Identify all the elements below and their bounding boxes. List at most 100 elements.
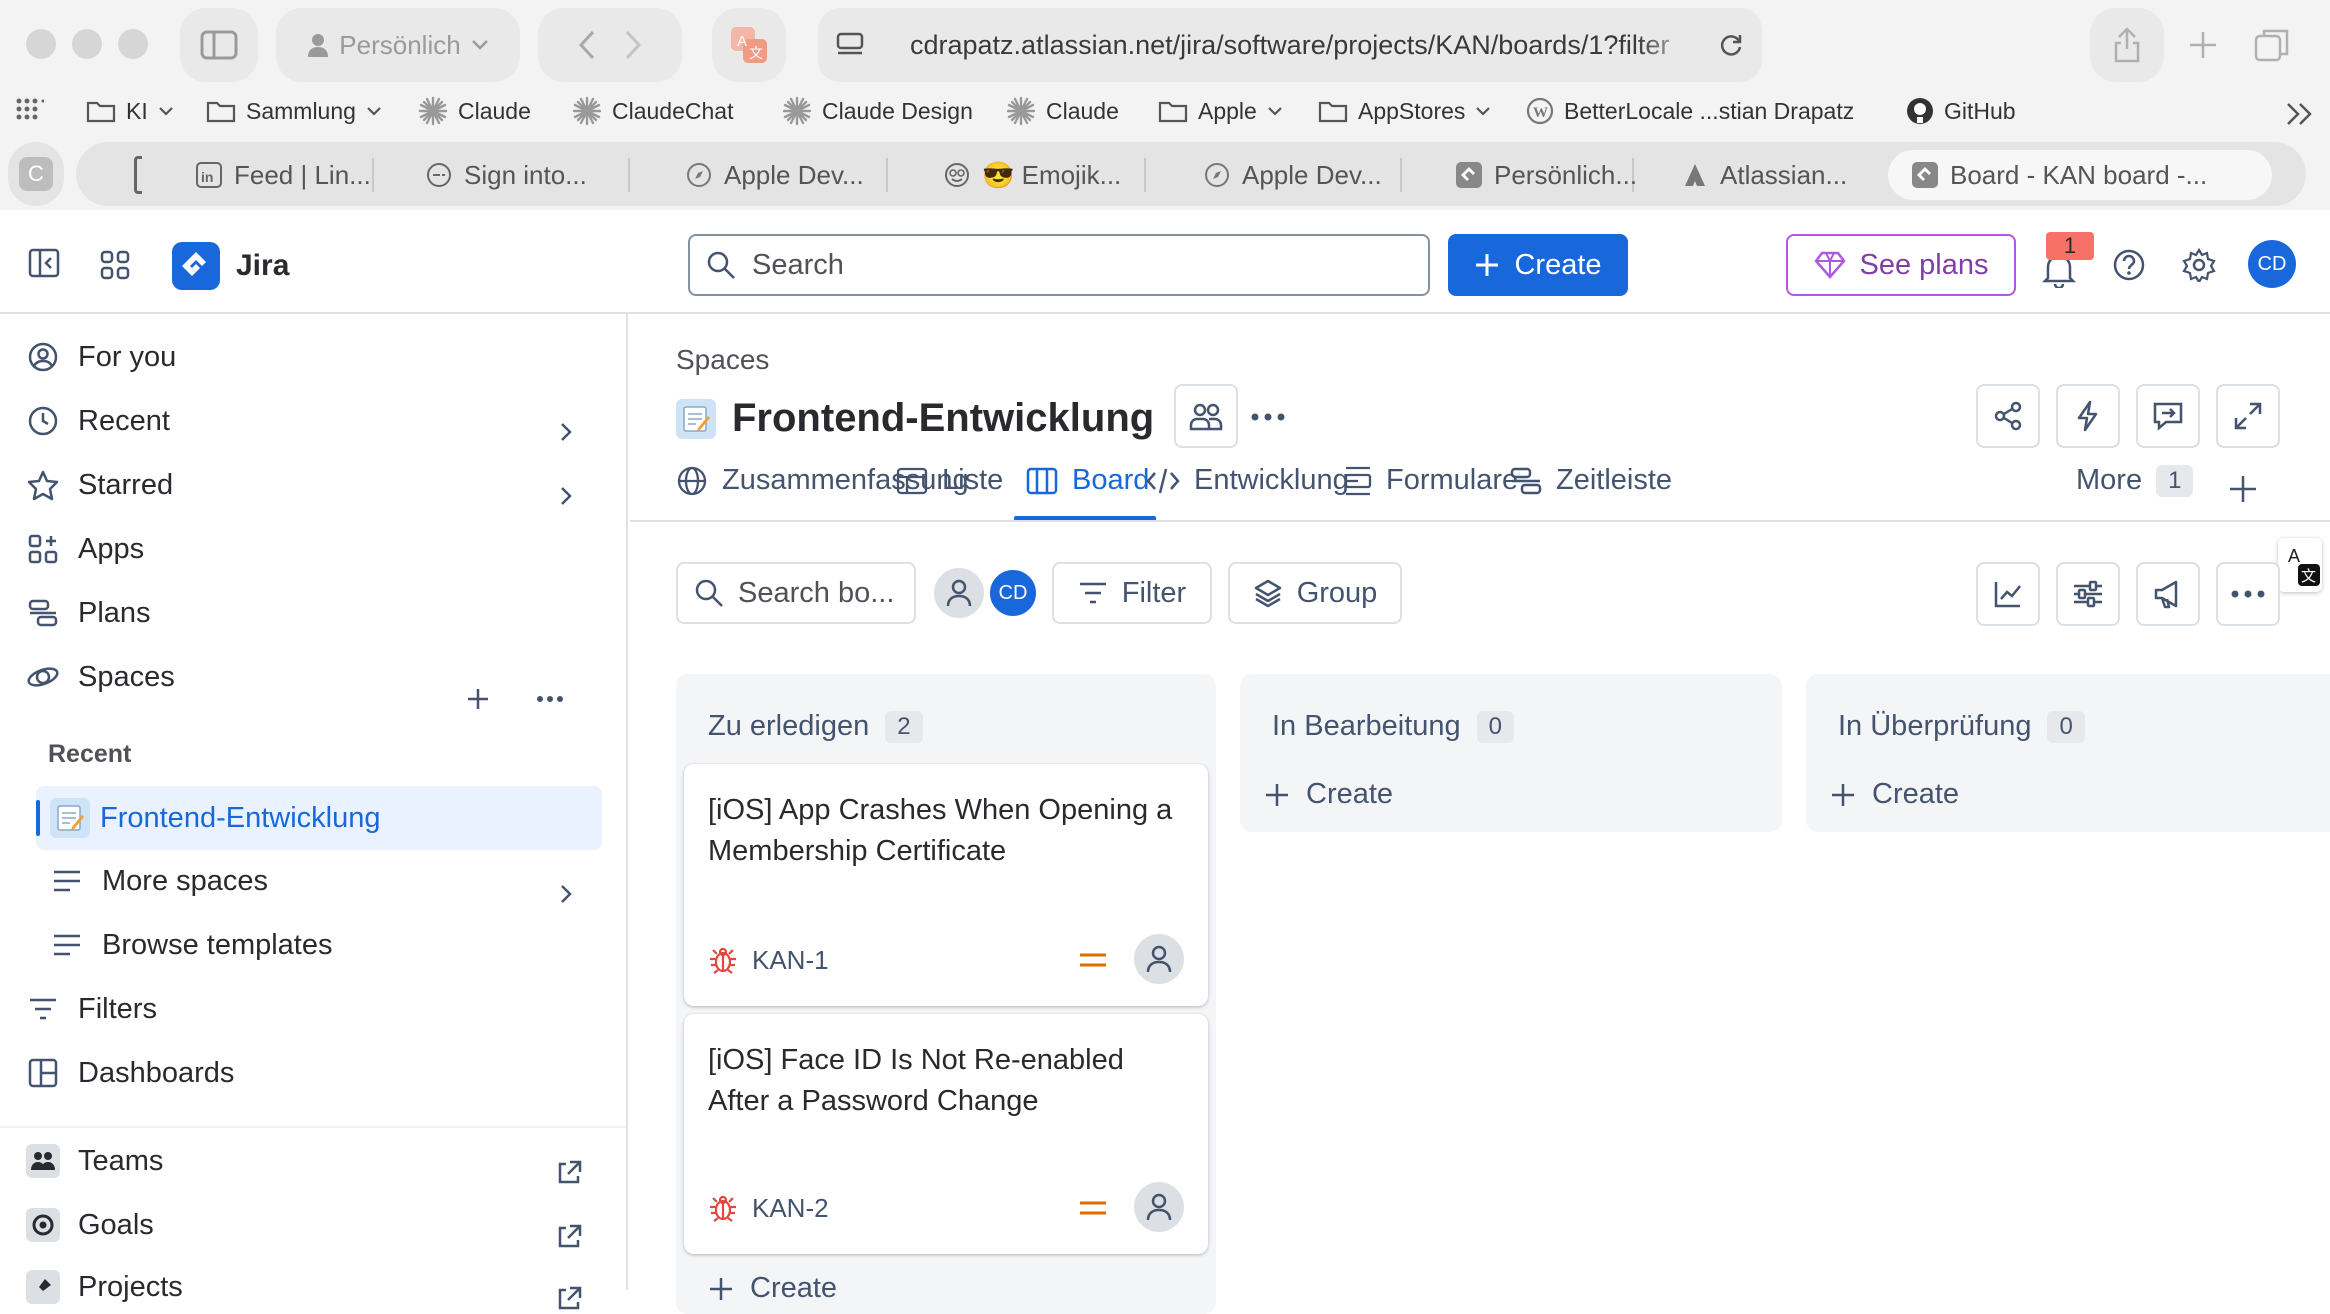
sidebar-item-teams[interactable]: Teams xyxy=(26,1144,163,1178)
profile-button[interactable]: Persönlich xyxy=(276,8,520,82)
back-icon[interactable] xyxy=(578,29,596,61)
user-avatar-filter[interactable]: CD xyxy=(988,568,1038,618)
fullscreen-button[interactable] xyxy=(2216,384,2280,448)
external-link-icon[interactable] xyxy=(556,1224,582,1250)
translate-widget[interactable]: A文 xyxy=(2278,538,2322,592)
browser-tab[interactable]: Persönlich... xyxy=(1456,150,1637,200)
insights-button[interactable] xyxy=(1976,562,2040,626)
bookmark-item[interactable]: ClaudeChat xyxy=(572,96,733,126)
sidebar-item-plans[interactable]: Plans xyxy=(26,596,151,630)
address-bar[interactable]: cdrapatz.atlassian.net/jira/software/pro… xyxy=(818,8,1762,82)
share-button[interactable] xyxy=(1976,384,2040,448)
forward-icon[interactable] xyxy=(624,29,642,61)
tab-more[interactable]: More 1 xyxy=(2076,464,2194,497)
sidebar-item-apps[interactable]: Apps xyxy=(26,532,144,566)
issue-card[interactable]: [iOS] Face ID Is Not Re-enabled After a … xyxy=(684,1014,1208,1254)
bookmark-item[interactable]: Claude xyxy=(1006,96,1119,126)
bookmark-item[interactable]: Claude Design xyxy=(782,96,973,126)
browser-tab-active[interactable]: Board - KAN board -... xyxy=(1888,150,2272,200)
issue-key[interactable]: KAN-2 xyxy=(752,1193,829,1224)
bookmark-item[interactable]: KI xyxy=(86,96,174,126)
translate-button[interactable]: A文 xyxy=(712,8,786,82)
zoom-window-button[interactable] xyxy=(118,29,148,59)
tab-zeitleiste[interactable]: Zeitleiste xyxy=(1510,464,1672,497)
more-actions-button[interactable] xyxy=(2216,562,2280,626)
automation-button[interactable] xyxy=(2056,384,2120,448)
create-issue-button[interactable]: Create xyxy=(708,1272,837,1305)
browser-tab[interactable]: Atlassian... xyxy=(1682,150,1847,200)
browser-tab[interactable]: Sign into... xyxy=(426,150,587,200)
tab-board[interactable]: Board xyxy=(1026,464,1149,497)
bookmark-item[interactable]: Apple xyxy=(1158,96,1283,126)
more-bookmarks-icon[interactable] xyxy=(2284,100,2314,128)
add-tab-icon[interactable] xyxy=(2228,474,2258,504)
filter-button[interactable]: Filter xyxy=(1052,562,1212,624)
sidebar-collapse-icon[interactable] xyxy=(28,248,60,278)
sidebar-item-browse-templates[interactable]: Browse templates xyxy=(50,928,333,962)
breadcrumb[interactable]: Spaces xyxy=(676,344,769,376)
bookmark-item[interactable]: AppStores xyxy=(1318,96,1491,126)
page-menu-icon[interactable] xyxy=(836,32,864,58)
chevron-right-icon[interactable] xyxy=(554,420,578,444)
issue-card[interactable]: [iOS] App Crashes When Opening a Members… xyxy=(684,764,1208,1006)
more-icon[interactable] xyxy=(1250,412,1286,422)
share-page-button[interactable] xyxy=(2090,8,2164,82)
jira-logo[interactable]: Jira xyxy=(172,242,289,290)
external-link-icon[interactable] xyxy=(556,1160,582,1186)
browser-tab[interactable]: Apple Dev... xyxy=(1204,150,1382,200)
help-icon[interactable] xyxy=(2112,248,2146,282)
people-button[interactable] xyxy=(1174,384,1238,448)
sidebar-item-more-spaces[interactable]: More spaces xyxy=(50,864,268,898)
browser-tab[interactable]: 😎 Emojik... xyxy=(944,150,1121,200)
announce-button[interactable] xyxy=(2136,562,2200,626)
sidebar-item-dashboards[interactable]: Dashboards xyxy=(26,1056,234,1090)
plans-icon xyxy=(26,596,60,630)
minimize-window-button[interactable] xyxy=(72,29,102,59)
reload-icon[interactable] xyxy=(1718,32,1744,58)
sidebar-item-frontend-entwicklung[interactable]: Frontend-Entwicklung xyxy=(36,786,602,850)
create-issue-button[interactable]: Create xyxy=(1264,778,1393,811)
close-window-button[interactable] xyxy=(26,29,56,59)
sidebar-item-starred[interactable]: Starred xyxy=(26,468,173,502)
sidebar-item-spaces[interactable]: Spaces xyxy=(26,660,175,694)
group-button[interactable]: Group xyxy=(1228,562,1402,624)
sidebar-item-goals[interactable]: Goals xyxy=(26,1208,154,1242)
bookmark-item[interactable]: GitHub xyxy=(1906,96,2016,126)
chevron-right-icon[interactable] xyxy=(554,882,578,906)
browser-tab[interactable]: Apple Dev... xyxy=(686,150,864,200)
bookmark-item[interactable]: Claude xyxy=(418,96,531,126)
create-issue-button[interactable]: Create xyxy=(1830,778,1959,811)
unassigned-avatar-filter[interactable] xyxy=(934,568,984,618)
sidebar-toggle-button[interactable] xyxy=(180,8,258,82)
issue-key[interactable]: KAN-1 xyxy=(752,945,829,976)
apps-grid-icon[interactable] xyxy=(16,98,44,122)
board-search-input[interactable]: Search bo... xyxy=(676,562,916,624)
chevron-right-icon[interactable] xyxy=(554,484,578,508)
sidebar-item-recent[interactable]: Recent xyxy=(26,404,170,438)
view-settings-button[interactable] xyxy=(2056,562,2120,626)
see-plans-button[interactable]: See plans xyxy=(1786,234,2016,296)
bookmark-item[interactable]: Sammlung xyxy=(206,96,382,126)
tab-entwicklung[interactable]: Entwicklung xyxy=(1146,464,1349,497)
more-icon[interactable] xyxy=(536,695,564,703)
settings-icon[interactable] xyxy=(2182,248,2216,282)
add-space-icon[interactable] xyxy=(466,687,490,711)
browser-tab[interactable]: in Feed | Lin... xyxy=(196,150,371,200)
assignee-avatar[interactable] xyxy=(1134,1182,1184,1232)
notifications-button[interactable]: 1 xyxy=(2038,232,2094,292)
tab-liste[interactable]: Liste xyxy=(896,464,1003,497)
sidebar-item-filters[interactable]: Filters xyxy=(26,992,157,1026)
search-input[interactable]: Search xyxy=(688,234,1430,296)
user-avatar[interactable]: CD xyxy=(2248,240,2296,288)
app-switcher-icon[interactable] xyxy=(100,250,130,280)
tab-overview-icon[interactable] xyxy=(2254,28,2290,62)
feedback-button[interactable] xyxy=(2136,384,2200,448)
new-tab-icon[interactable] xyxy=(2188,30,2218,60)
assignee-avatar[interactable] xyxy=(1134,934,1184,984)
sidebar-item-projects[interactable]: Projects xyxy=(26,1270,183,1304)
create-button[interactable]: Create xyxy=(1448,234,1628,296)
tab-formulare[interactable]: Formulare xyxy=(1344,464,1518,497)
bookmark-item[interactable]: W BetterLocale ...stian Drapatz xyxy=(1526,96,1854,126)
sidebar-item-for-you[interactable]: For you xyxy=(26,340,176,374)
pinned-tab[interactable]: C xyxy=(8,142,64,206)
